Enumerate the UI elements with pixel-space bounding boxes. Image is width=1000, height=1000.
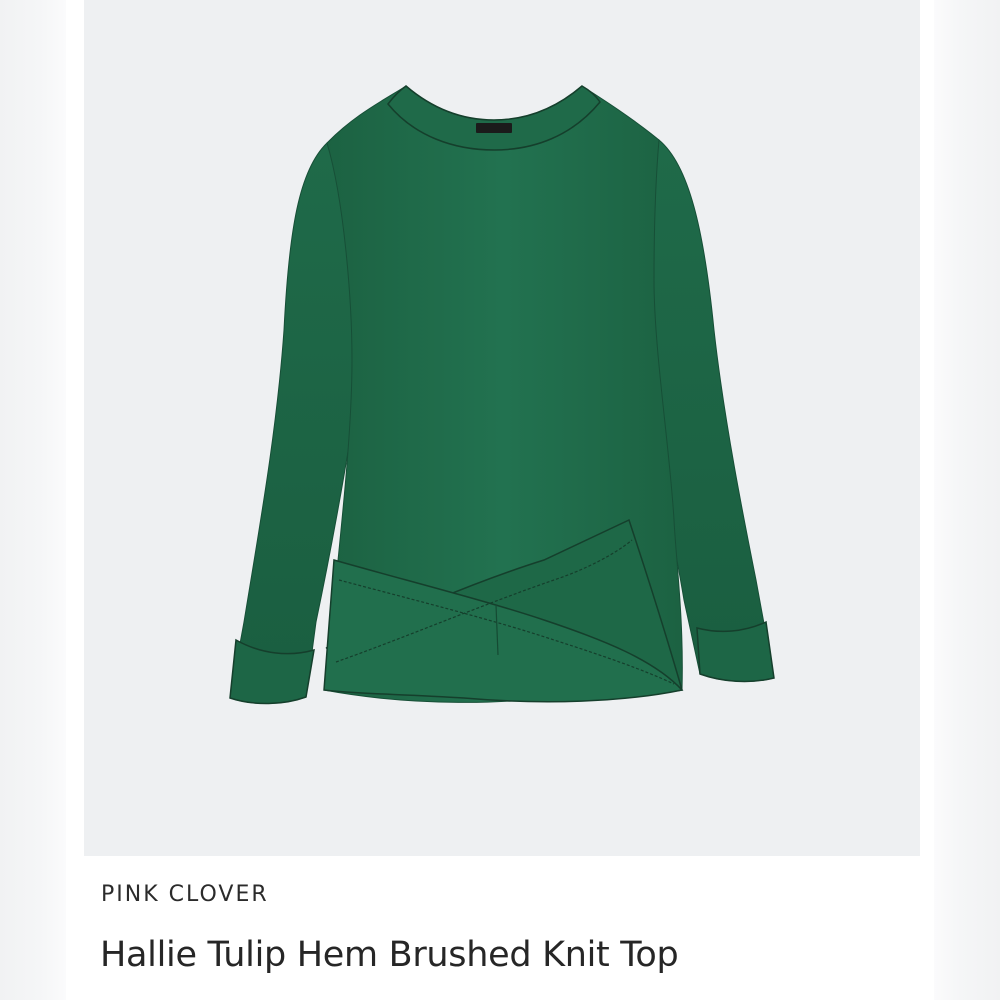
sweater-illustration <box>229 85 775 705</box>
product-page: PINK CLOVER Hallie Tulip Hem Brushed Kni… <box>0 0 1000 1000</box>
right-cuff <box>696 620 775 683</box>
brand-tag <box>476 123 512 133</box>
product-image[interactable] <box>84 0 920 856</box>
brand-name[interactable]: PINK CLOVER <box>101 882 269 907</box>
product-card[interactable]: PINK CLOVER Hallie Tulip Hem Brushed Kni… <box>84 0 920 1000</box>
right-edge-panel <box>934 0 1000 1000</box>
left-edge-panel <box>0 0 66 1000</box>
product-title[interactable]: Hallie Tulip Hem Brushed Knit Top <box>100 935 679 975</box>
